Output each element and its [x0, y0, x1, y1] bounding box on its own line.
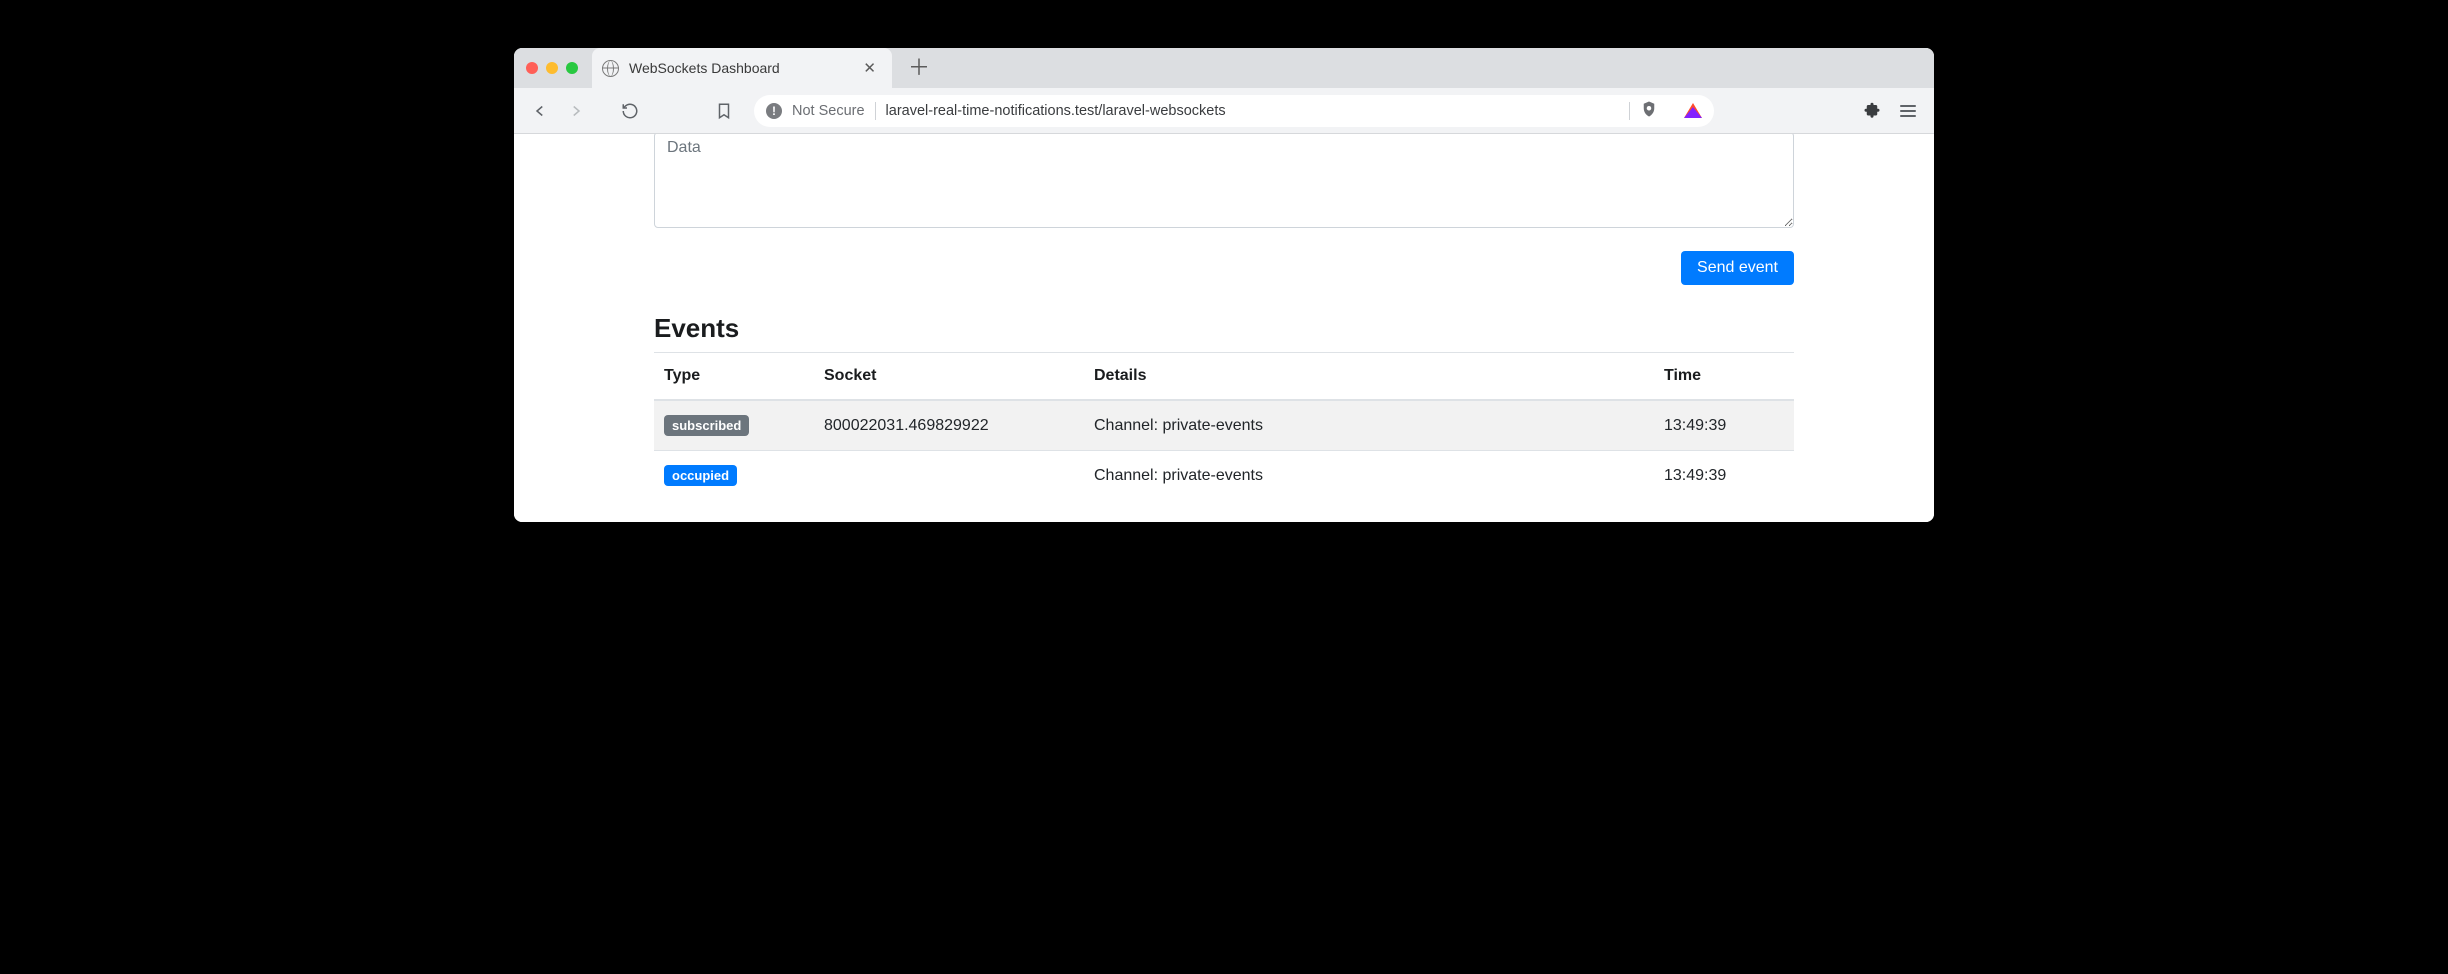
not-secure-icon: !: [766, 103, 782, 119]
col-header-socket: Socket: [814, 353, 1084, 401]
cell-time: 13:49:39: [1654, 451, 1794, 501]
event-data-textarea[interactable]: [654, 134, 1794, 228]
globe-icon: [602, 60, 619, 77]
browser-tab[interactable]: WebSockets Dashboard ✕: [592, 48, 892, 88]
table-row: subscribed 800022031.469829922Channel: pr…: [654, 400, 1794, 451]
col-header-details: Details: [1084, 353, 1654, 401]
col-header-time: Time: [1654, 353, 1794, 401]
cell-socket: 800022031.469829922: [814, 400, 1084, 451]
not-secure-label: Not Secure: [792, 103, 865, 119]
cell-time: 13:49:39: [1654, 400, 1794, 451]
divider: [875, 102, 876, 120]
send-event-button[interactable]: Send event: [1681, 251, 1794, 285]
table-row: occupied Channel: private-events13:49:39: [654, 451, 1794, 501]
back-button[interactable]: [526, 97, 554, 125]
maximize-window-icon[interactable]: [566, 62, 578, 74]
col-header-type: Type: [654, 353, 814, 401]
brave-shields-icon[interactable]: [1640, 100, 1658, 122]
url-text: laravel-real-time-notifications.test/lar…: [886, 103, 1226, 119]
tab-bar: WebSockets Dashboard ✕ ＋: [514, 48, 1934, 88]
brave-logo-icon[interactable]: [1684, 103, 1702, 118]
new-tab-button[interactable]: ＋: [902, 57, 936, 79]
type-badge: subscribed: [664, 415, 749, 436]
browser-toolbar: ! Not Secure laravel-real-time-notificat…: [514, 88, 1934, 134]
cell-details: Channel: private-events: [1084, 451, 1654, 501]
events-heading: Events: [654, 313, 1794, 344]
extensions-icon[interactable]: [1858, 97, 1886, 125]
browser-window: WebSockets Dashboard ✕ ＋ ! Not Secure la…: [514, 48, 1934, 522]
tab-title: WebSockets Dashboard: [629, 60, 849, 76]
window-controls: [524, 62, 586, 74]
cell-type: occupied: [654, 451, 814, 501]
close-window-icon[interactable]: [526, 62, 538, 74]
events-table: Type Socket Details Time subscribed 80002…: [654, 352, 1794, 500]
reload-button[interactable]: [616, 97, 644, 125]
cell-type: subscribed: [654, 400, 814, 451]
bookmark-icon[interactable]: [710, 97, 738, 125]
address-bar[interactable]: ! Not Secure laravel-real-time-notificat…: [754, 95, 1714, 127]
close-tab-icon[interactable]: ✕: [859, 59, 880, 77]
divider: [1629, 102, 1630, 120]
menu-icon[interactable]: [1894, 97, 1922, 125]
cell-socket: [814, 451, 1084, 501]
cell-details: Channel: private-events: [1084, 400, 1654, 451]
forward-button: [562, 97, 590, 125]
page-content: Send event Events Type Socket Details Ti…: [514, 134, 1934, 522]
minimize-window-icon[interactable]: [546, 62, 558, 74]
type-badge: occupied: [664, 465, 737, 486]
